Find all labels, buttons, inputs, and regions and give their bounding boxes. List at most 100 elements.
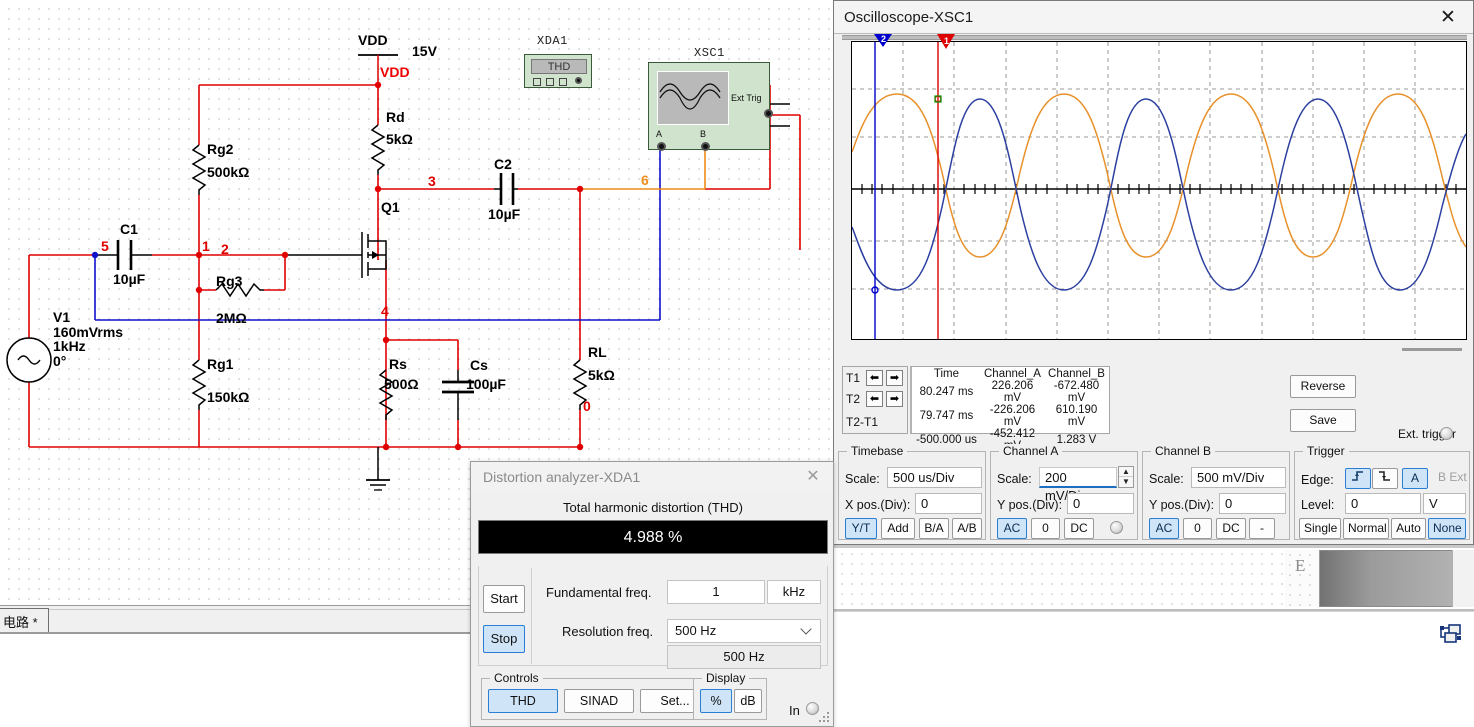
channel-a-coupling-gnd[interactable]: 0 xyxy=(1031,518,1060,539)
timebase-title: Timebase xyxy=(847,444,908,458)
timebase-mode-yt[interactable]: Y/T xyxy=(845,518,877,539)
channel-b-scale-input[interactable]: 500 mV/Div xyxy=(1191,467,1286,488)
ext-trigger-led xyxy=(1440,427,1453,440)
timebase-xpos-input[interactable]: 0 xyxy=(915,493,982,514)
display-percent[interactable]: % xyxy=(700,689,732,713)
cursor-t1-right-button[interactable]: ➡ xyxy=(886,370,903,386)
label-rs-value: 500Ω xyxy=(384,376,419,392)
timebase-group: Timebase Scale: 500 us/Div X pos.(Div): … xyxy=(838,444,986,540)
t2-ch-b: 610.190 mV xyxy=(1055,404,1098,428)
cursor-t2-right-button[interactable]: ➡ xyxy=(886,391,903,407)
stepper-down-icon[interactable]: ▼ xyxy=(1119,477,1133,487)
canvas-top-edge xyxy=(833,545,1474,548)
control-sinad[interactable]: SINAD xyxy=(564,689,634,713)
trigger-level-input[interactable]: 0 xyxy=(1345,493,1421,514)
t1-ch-b: -672.480 mV xyxy=(1053,380,1100,404)
settings-divider xyxy=(531,568,532,664)
in-terminal-led xyxy=(806,702,819,715)
reverse-button[interactable]: Reverse xyxy=(1290,375,1356,398)
channel-a-ypos-input[interactable]: 0 xyxy=(1067,493,1134,514)
controls-title: Controls xyxy=(490,671,543,685)
start-button[interactable]: Start xyxy=(483,585,525,613)
timebase-mode-ba[interactable]: B/A xyxy=(919,518,949,539)
display-scrollbar[interactable] xyxy=(842,345,1467,355)
net-number-5: 5 xyxy=(101,238,109,254)
channel-b-ypos-input[interactable]: 0 xyxy=(1219,493,1286,514)
cursor-t1-left-button[interactable]: ⬅ xyxy=(866,370,883,386)
instrument-xsc1[interactable]: A B Ext Trig xyxy=(648,62,773,151)
trigger-source-a[interactable]: A xyxy=(1402,468,1428,489)
label-rl-value: 5kΩ xyxy=(588,367,615,383)
channel-b-coupling-dc[interactable]: DC xyxy=(1216,518,1246,539)
trigger-mode-none[interactable]: None xyxy=(1428,518,1466,539)
channel-a-coupling-ac[interactable]: AC xyxy=(997,518,1027,539)
fundamental-freq-unit[interactable]: kHz xyxy=(767,580,821,604)
t1-ch-a: 226.206 mV xyxy=(991,380,1034,404)
channel-a-scale-input[interactable]: 200 mV/Div xyxy=(1039,467,1117,503)
cursor-flag-t2[interactable]: 2 xyxy=(874,34,892,47)
label-v1: V1 160mVrms 1kHz 0° xyxy=(53,309,124,370)
save-button[interactable]: Save xyxy=(1290,409,1356,432)
cursor-flag-t1[interactable]: 1 xyxy=(937,34,955,49)
channel-a-scale-stepper[interactable]: ▲ ▼ xyxy=(1118,466,1134,488)
channel-b-invert[interactable]: - xyxy=(1249,518,1275,539)
waveform-plot[interactable] xyxy=(851,41,1467,340)
scrollbar-thumb[interactable] xyxy=(1402,348,1462,351)
fundamental-freq-input[interactable]: 1 xyxy=(667,580,765,604)
cursor-t2-left-button[interactable]: ⬅ xyxy=(866,391,883,407)
label-rl-name: RL xyxy=(588,344,607,360)
trigger-mode-auto[interactable]: Auto xyxy=(1391,518,1426,539)
label-vdd-symbol: VDD xyxy=(358,32,388,48)
label-rg1-name: Rg1 xyxy=(207,356,234,372)
resolution-freq-label: Resolution freq. xyxy=(562,624,654,639)
instrument-xda1[interactable]: THD xyxy=(524,54,592,88)
table-header-row: Time Channel_A Channel_B xyxy=(912,367,1109,380)
control-thd[interactable]: THD xyxy=(488,689,558,713)
instrument-ref-xsc1: XSC1 xyxy=(694,46,725,60)
stepper-up-icon[interactable]: ▲ xyxy=(1119,467,1133,477)
table-row: 80.247 ms 226.206 mV -672.480 mV xyxy=(912,380,1109,404)
channel-a-coupling-dc[interactable]: DC xyxy=(1064,518,1094,539)
distortion-analyzer-dialog: Distortion analyzer-XDA1 ✕ Total harmoni… xyxy=(470,461,834,727)
trigger-mode-normal[interactable]: Normal xyxy=(1343,518,1389,539)
trigger-source-ext[interactable]: Ext xyxy=(1445,468,1471,489)
label-c2-value: 10µF xyxy=(488,206,521,222)
xda1-button-3 xyxy=(559,78,567,86)
display-db[interactable]: dB xyxy=(734,689,762,713)
app-root: V1 160mVrms 1kHz 0° C1 10µF Rg2 500kΩ Rg… xyxy=(0,0,1474,727)
timebase-mode-ab[interactable]: A/B xyxy=(952,518,982,539)
resolution-freq-select[interactable]: 500 Hz xyxy=(667,619,821,643)
channel-b-group: Channel B Scale: 500 mV/Div Y pos.(Div):… xyxy=(1142,444,1290,540)
xsc1-screen xyxy=(657,71,729,125)
background-canvas-right[interactable]: E xyxy=(833,545,1474,727)
channel-b-title: Channel B xyxy=(1151,444,1216,458)
trigger-level-unit[interactable]: V xyxy=(1423,493,1466,514)
label-rd-name: Rd xyxy=(386,109,405,125)
net-number-2: 2 xyxy=(221,241,229,257)
xda1-screen-label: THD xyxy=(531,59,587,74)
label-vdd-value: 15V xyxy=(412,43,437,59)
label-rg3-value: 2MΩ xyxy=(216,310,247,326)
oscilloscope-title: Oscilloscope-XSC1 xyxy=(844,9,974,26)
channel-b-coupling-gnd[interactable]: 0 xyxy=(1183,518,1212,539)
tab-circuit[interactable]: 电路 * xyxy=(0,608,49,633)
trigger-edge-rising-icon[interactable] xyxy=(1345,468,1371,489)
channel-b-coupling-ac[interactable]: AC xyxy=(1149,518,1179,539)
stop-button[interactable]: Stop xyxy=(483,625,525,653)
window-arrange-icon[interactable] xyxy=(1440,624,1462,644)
status-bar xyxy=(833,611,1474,727)
net-number-3: 3 xyxy=(428,173,436,189)
resize-grip-icon[interactable] xyxy=(819,712,830,723)
channel-b-ypos-label: Y pos.(Div): xyxy=(1149,498,1215,512)
timebase-scale-input[interactable]: 500 us/Div xyxy=(887,467,982,488)
fundamental-freq-label: Fundamental freq. xyxy=(546,585,652,600)
col-time: Time xyxy=(933,368,960,380)
timebase-mode-add[interactable]: Add xyxy=(881,518,915,539)
trigger-mode-single[interactable]: Single xyxy=(1299,518,1341,539)
xsc1-terminal-exttrig-label: Ext Trig xyxy=(731,93,762,103)
close-icon[interactable]: ✕ xyxy=(1431,6,1465,30)
close-icon[interactable]: ✕ xyxy=(801,466,825,488)
trigger-edge-falling-icon[interactable] xyxy=(1372,468,1398,489)
channel-b-scale-label: Scale: xyxy=(1149,472,1184,486)
label-rd-value: 5kΩ xyxy=(386,131,413,147)
